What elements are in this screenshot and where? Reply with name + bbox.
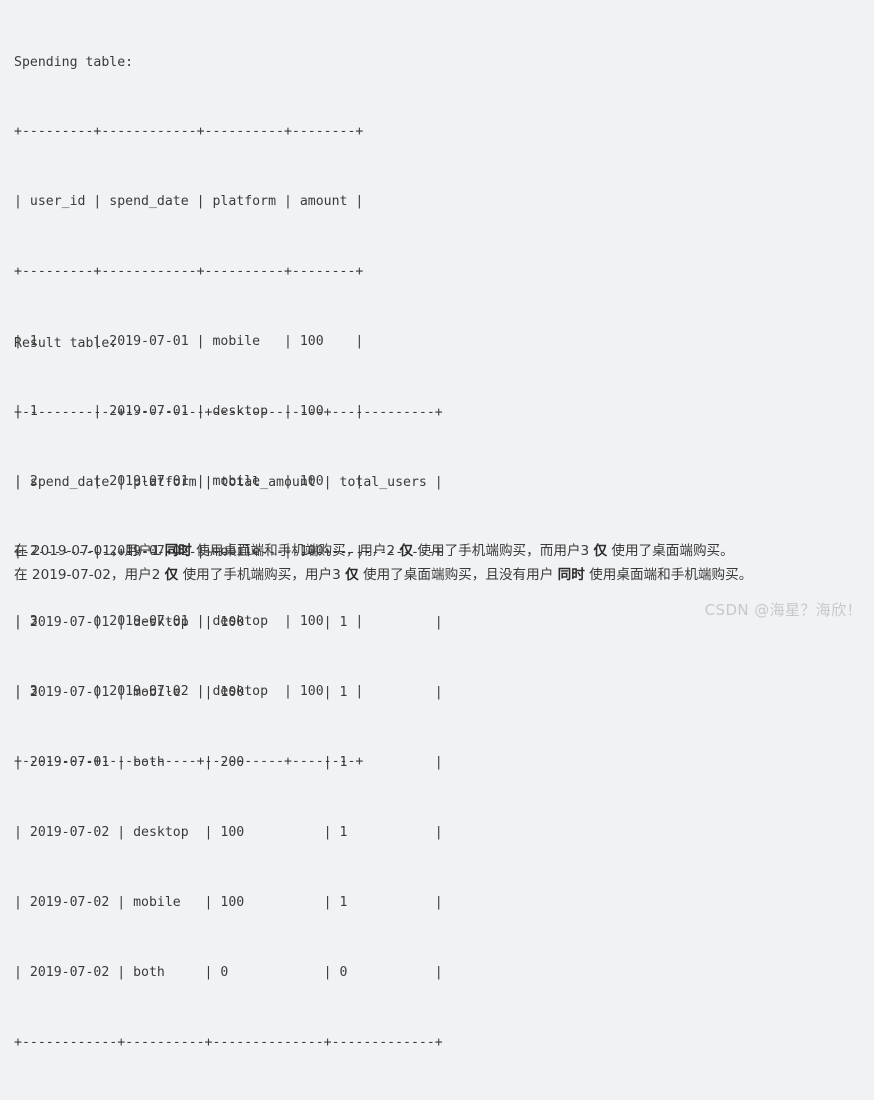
explanation-sentence-2-part-4: 使用桌面端和手机端购买。 [584, 566, 753, 583]
table-row: | 2019-07-02 | both | 0 | 0 | [14, 964, 443, 980]
explanation-sentence-1-bold-1: 同时 [164, 543, 192, 559]
explanation-sentence-2-bold-3: 同时 [557, 566, 585, 583]
spending-table-caption: Spending table: [14, 54, 134, 70]
explanation-sentence-2-part-2: 使用了手机端购买，用户3 [178, 566, 346, 583]
result-table-top-border: +------------+----------+--------------+… [14, 405, 443, 421]
page-root: Spending table: +---------+------------+… [0, 0, 874, 1050]
explanation-sentence-1-part-1: 在 2019-07-01，用户1 [14, 543, 165, 559]
explanation-sentence-1-part-4: 使用了桌面端购买。 [607, 543, 734, 559]
result-table-block: Result table: +------------+----------+-… [14, 285, 443, 1100]
explanation-sentence-2-bold-2: 仅 [345, 566, 359, 583]
explanation-sentence-1-bold-3: 仅 [593, 543, 608, 559]
table-row: | 2019-07-02 | mobile | 100 | 1 | [14, 894, 443, 910]
explanation-sentence-2-bold-1: 仅 [164, 566, 179, 583]
explanation-sentence-1-bold-2: 仅 [399, 543, 414, 559]
explanation-sentence-1-part-2: 使用桌面端和手机端购买，用户2 [191, 543, 400, 559]
explanation-sentence-2-part-3: 使用了桌面端购买，且没有用户 [358, 566, 558, 583]
explanation-sentence-1-part-3: 使用了手机端购买，而用户3 [413, 543, 594, 559]
table-row: | 2019-07-01 | desktop | 100 | 1 | [14, 615, 443, 631]
spending-table-header-border: +---------+------------+----------+-----… [14, 264, 364, 280]
result-table-header-row: | spend_date | platform | total_amount |… [14, 475, 443, 491]
csdn-watermark: CSDN @海星？海欣！ [704, 601, 862, 619]
spending-table-header-row: | user_id | spend_date | platform | amou… [14, 194, 364, 210]
explanation-sentence-2-part-1: 在 2019-07-02，用户2 [14, 566, 165, 583]
table-row: | 2019-07-01 | both | 200 | 1 | [14, 754, 443, 770]
explanation-paragraph: 在 2019-07-01，用户1 同时 使用桌面端和手机端购买，用户2 仅 使用… [14, 540, 866, 587]
table-row: | 2019-07-01 | mobile | 100 | 1 | [14, 685, 443, 701]
table-row: | 2019-07-02 | desktop | 100 | 1 | [14, 824, 443, 840]
spending-table-top-border: +---------+------------+----------+-----… [14, 124, 364, 140]
result-table-bottom-border: +------------+----------+--------------+… [14, 1034, 443, 1050]
result-table-caption: Result table: [14, 335, 118, 351]
